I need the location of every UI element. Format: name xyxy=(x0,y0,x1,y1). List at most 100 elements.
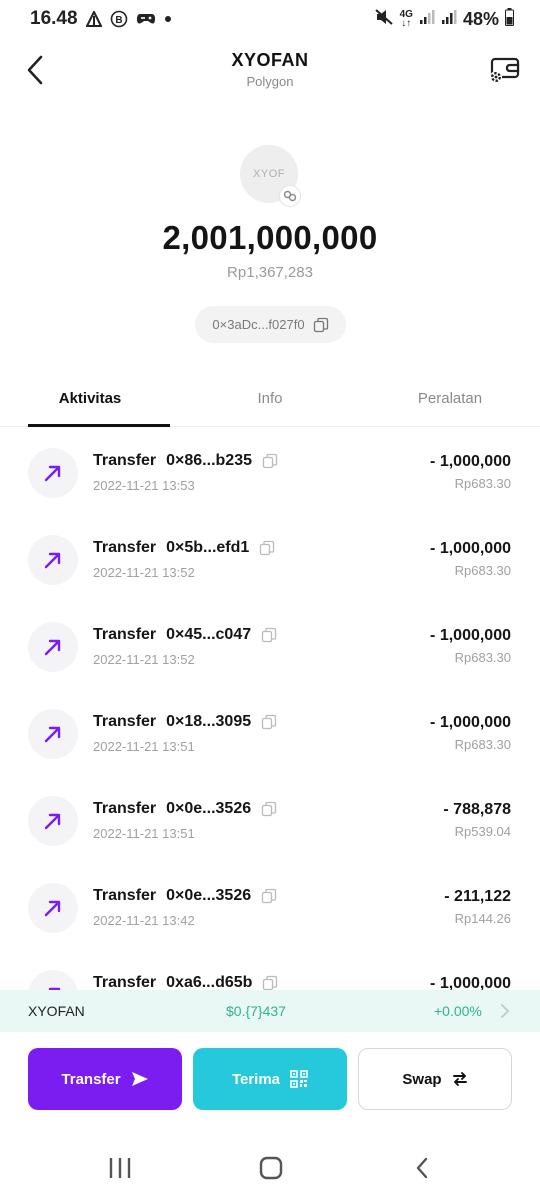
transaction-time: 2022-11-21 13:51 xyxy=(93,739,195,754)
transaction-title: Transfer 0×86...b235 xyxy=(93,452,278,470)
transfer-button[interactable]: Transfer xyxy=(28,1048,182,1110)
token-fiat-value: Rp1,367,283 xyxy=(227,264,313,281)
battery-charging-icon xyxy=(505,7,514,31)
transaction-title: Transfer 0×5b...efd1 xyxy=(93,539,275,557)
transaction-type: Transfer xyxy=(93,626,157,643)
copy-icon[interactable] xyxy=(261,627,277,643)
arrow-up-right-icon xyxy=(28,883,78,933)
transaction-row[interactable]: Transfer 0×45...c047 2022-11-21 13:52 - … xyxy=(0,602,540,689)
transaction-amount: - 1,000,000 xyxy=(430,627,511,644)
token-settings-icon xyxy=(490,57,520,83)
arrow-up-right-icon xyxy=(28,622,78,672)
transaction-amount: - 1,000,000 xyxy=(430,714,511,731)
transaction-row[interactable]: Transfer 0×0e...3526 2022-11-21 13:51 - … xyxy=(0,776,540,863)
transaction-list: Transfer 0×86...b235 2022-11-21 13:53 - … xyxy=(0,428,540,990)
transaction-type: Transfer xyxy=(93,539,157,556)
status-time: 16.48 xyxy=(30,8,78,29)
system-back-button[interactable] xyxy=(402,1154,442,1182)
transaction-fiat: Rp683.30 xyxy=(454,476,511,491)
battery-level: 48% xyxy=(462,8,499,29)
swap-label: Swap xyxy=(402,1070,442,1088)
polygon-chain-icon xyxy=(283,190,297,202)
ticker-symbol: XYOFAN xyxy=(28,1003,85,1019)
transaction-type: Transfer xyxy=(93,713,157,730)
home-button[interactable] xyxy=(251,1154,291,1182)
notification-game-icon xyxy=(136,11,156,27)
ticker-price: $0.{7}437 xyxy=(226,1003,286,1019)
copy-icon[interactable] xyxy=(259,540,275,556)
page-title: XYOFAN xyxy=(231,50,309,70)
transaction-title: Transfer 0×45...c047 xyxy=(93,626,277,644)
transaction-type: Transfer xyxy=(93,452,157,469)
ticker-change: +0.00% xyxy=(434,1003,482,1019)
arrow-up-right-icon xyxy=(28,535,78,585)
transaction-time: 2022-11-21 13:42 xyxy=(93,913,195,928)
transaction-time: 2022-11-21 13:51 xyxy=(93,826,195,841)
home-icon xyxy=(259,1156,283,1180)
tab-aktivitas[interactable]: Aktivitas xyxy=(0,370,180,427)
svg-text:B: B xyxy=(115,15,122,26)
signal-2-icon xyxy=(441,9,457,30)
transaction-row[interactable]: Transfer 0xa6...d65b - 1,000,000 xyxy=(0,950,540,990)
transaction-row[interactable]: Transfer 0×18...3095 2022-11-21 13:51 - … xyxy=(0,689,540,776)
tab-peralatan[interactable]: Peralatan xyxy=(360,370,540,426)
arrow-up-right-icon xyxy=(28,448,78,498)
transaction-time: 2022-11-21 13:53 xyxy=(93,478,195,493)
transaction-row[interactable]: Transfer 0×0e...3526 2022-11-21 13:42 - … xyxy=(0,863,540,950)
transaction-title: Transfer 0×0e...3526 xyxy=(93,800,277,818)
status-left: 16.48 B xyxy=(30,8,172,30)
signal-1-icon xyxy=(419,9,435,30)
receive-label: Terima xyxy=(231,1070,281,1088)
back-button[interactable] xyxy=(18,50,52,90)
receive-button[interactable]: Terima xyxy=(193,1048,347,1110)
system-navigation-bar xyxy=(0,1140,540,1200)
transaction-title: Transfer 0×18...3095 xyxy=(93,713,277,731)
tab-bar: Aktivitas Info Peralatan xyxy=(0,370,540,427)
chain-link-badge xyxy=(279,185,301,207)
contract-address-pill[interactable]: 0×3aDc...f027f0 xyxy=(195,306,346,343)
swap-button[interactable]: Swap xyxy=(358,1048,512,1110)
recents-icon xyxy=(109,1158,131,1178)
arrow-up-right-icon xyxy=(28,709,78,759)
transaction-address: 0×18...3095 xyxy=(166,713,252,730)
token-balance: 2,001,000,000 xyxy=(162,219,378,256)
copy-icon[interactable] xyxy=(261,801,277,817)
notification-b-icon: B xyxy=(110,10,128,28)
chevron-right-icon xyxy=(501,1004,509,1018)
transaction-fiat: Rp539.04 xyxy=(454,824,511,839)
transaction-amount: - 1,000,000 xyxy=(430,453,511,470)
notification-dot-icon xyxy=(164,15,172,23)
recents-button[interactable] xyxy=(100,1154,140,1182)
copy-icon[interactable] xyxy=(313,317,329,333)
transaction-address: 0×0e...3526 xyxy=(166,887,252,904)
tab-info[interactable]: Info xyxy=(180,370,360,426)
transaction-type: Transfer xyxy=(93,974,157,990)
copy-icon[interactable] xyxy=(261,888,277,904)
transaction-title: Transfer 0xa6...d65b xyxy=(93,974,278,990)
arrow-up-right-icon xyxy=(28,796,78,846)
transaction-time: 2022-11-21 13:52 xyxy=(93,652,195,667)
status-right: 4G ↓↑ 48% xyxy=(374,7,514,31)
back-chevron-icon xyxy=(27,55,43,85)
qr-code-icon xyxy=(290,1070,308,1088)
token-settings-button[interactable] xyxy=(484,52,524,88)
transaction-row[interactable]: Transfer 0×5b...efd1 2022-11-21 13:52 - … xyxy=(0,515,540,602)
copy-icon[interactable] xyxy=(262,453,278,469)
transaction-address: 0×5b...efd1 xyxy=(166,539,250,556)
token-logo-text: XYOF xyxy=(253,168,285,180)
transaction-fiat: Rp683.30 xyxy=(454,737,511,752)
transaction-title: Transfer 0×0e...3526 xyxy=(93,887,277,905)
system-back-icon xyxy=(416,1157,428,1179)
copy-icon[interactable] xyxy=(262,975,278,990)
transaction-amount: - 1,000,000 xyxy=(430,540,511,557)
copy-icon[interactable] xyxy=(261,714,277,730)
transaction-amount: - 1,000,000 xyxy=(430,975,511,990)
transaction-amount: - 788,878 xyxy=(443,801,511,818)
contract-address: 0×3aDc...f027f0 xyxy=(212,317,305,332)
header: XYOFAN Polygon xyxy=(0,40,540,100)
notification-triangle-icon xyxy=(85,11,102,27)
transaction-fiat: Rp683.30 xyxy=(454,563,511,578)
price-ticker-bar[interactable]: XYOFAN $0.{7}437 +0.00% xyxy=(0,990,540,1032)
mute-icon xyxy=(374,8,394,31)
transaction-row[interactable]: Transfer 0×86...b235 2022-11-21 13:53 - … xyxy=(0,428,540,515)
